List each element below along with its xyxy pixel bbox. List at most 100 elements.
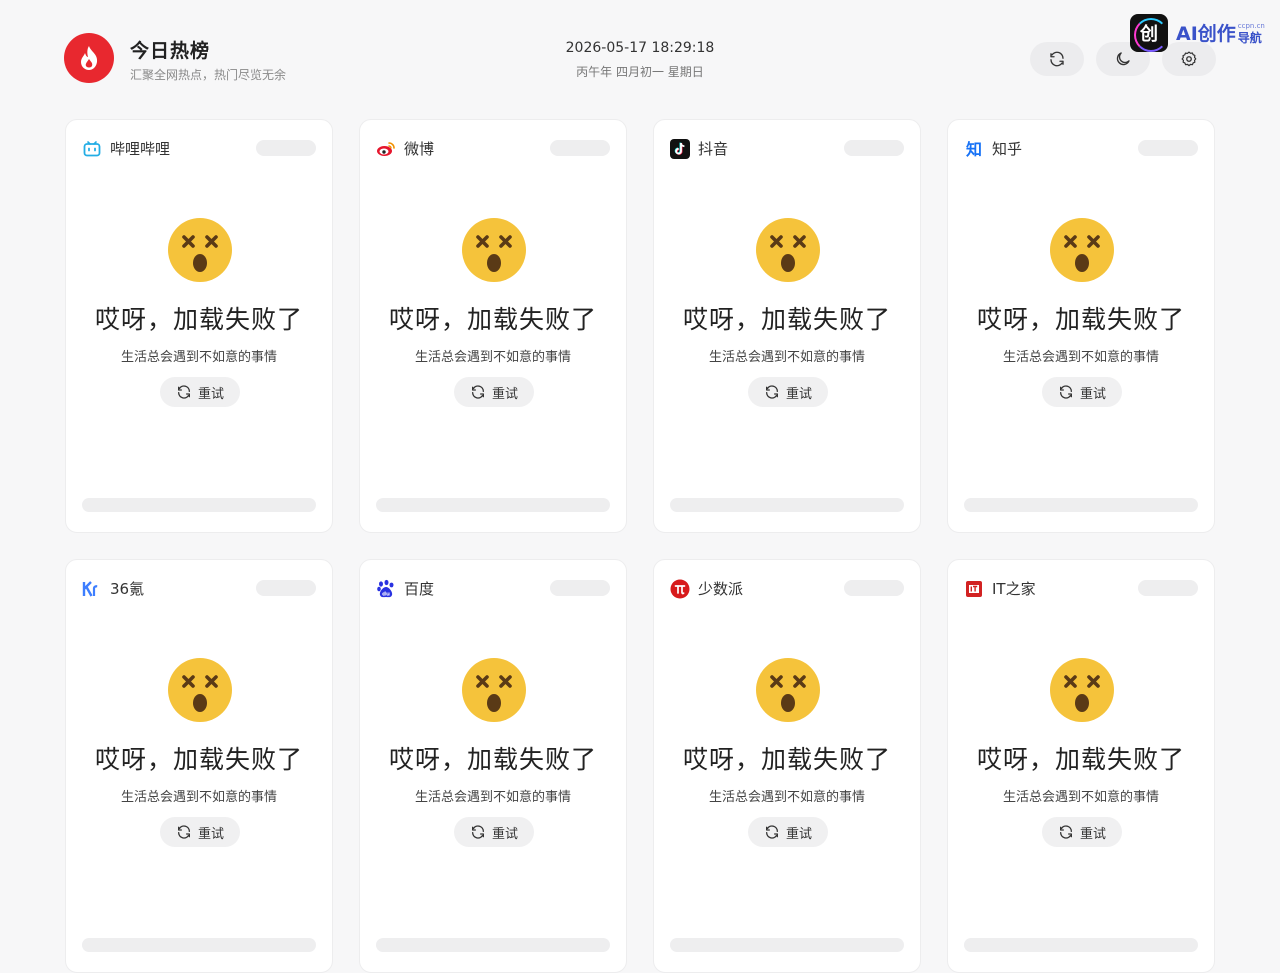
error-title: 哎呀，加载失败了 xyxy=(976,745,1185,774)
source-card-3: 抖音 哎呀，加载失败了 生活总会遇到不如意的事情 重试 xyxy=(653,119,921,533)
card-header[interactable]: 36氪 xyxy=(82,578,144,599)
settings-icon xyxy=(1181,51,1197,67)
loading-skeleton-pill xyxy=(256,140,316,156)
source-card-2: 微博 哎呀，加载失败了 生活总会遇到不如意的事情 重试 xyxy=(359,119,627,533)
error-title: 哎呀，加载失败了 xyxy=(682,305,891,334)
loading-skeleton-bar xyxy=(670,498,904,512)
retry-icon xyxy=(471,825,484,839)
sspai-icon xyxy=(670,579,690,599)
moon-icon xyxy=(1116,52,1130,66)
retry-icon xyxy=(765,385,778,399)
retry-icon xyxy=(1059,385,1072,399)
refresh-all-button[interactable] xyxy=(1030,42,1084,76)
loading-skeleton-pill xyxy=(550,140,610,156)
card-header[interactable]: 哔哩哔哩 xyxy=(82,138,170,159)
retry-label: 重试 xyxy=(197,386,224,402)
retry-label: 重试 xyxy=(197,826,224,842)
retry-button[interactable]: 重试 xyxy=(748,377,828,407)
retry-icon xyxy=(765,825,778,839)
source-name: 哔哩哔哩 xyxy=(110,140,171,158)
dizzy-face-emoji-icon xyxy=(168,658,232,722)
refresh-icon xyxy=(1050,51,1064,67)
card-header[interactable]: 微博 xyxy=(376,138,434,159)
app-header: 今日热榜 汇聚全网热点，热门尽览无余 2026-05-17 18:29:18 丙… xyxy=(0,0,1280,110)
loading-skeleton-pill xyxy=(844,140,904,156)
source-name: 微博 xyxy=(404,140,435,158)
ai-badge-domain: ccpn.cn xyxy=(1237,21,1265,30)
card-header[interactable]: du 百度 xyxy=(376,578,434,599)
error-title: 哎呀，加载失败了 xyxy=(388,305,597,334)
retry-button[interactable]: 重试 xyxy=(1042,817,1122,847)
error-title: 哎呀，加载失败了 xyxy=(388,745,597,774)
datetime-display: 2026-05-17 18:29:18 xyxy=(565,40,715,56)
error-title: 哎呀，加载失败了 xyxy=(976,305,1185,334)
ai-logo-icon: 创 xyxy=(1130,14,1168,52)
loading-skeleton-bar xyxy=(964,498,1198,512)
card-header[interactable]: 知 知乎 xyxy=(964,138,1022,159)
retry-button[interactable]: 重试 xyxy=(748,817,828,847)
retry-icon xyxy=(177,385,190,399)
bilibili-icon xyxy=(82,139,102,159)
zhihu-icon: 知 xyxy=(964,139,984,159)
error-description: 生活总会遇到不如意的事情 xyxy=(1002,790,1159,805)
svg-text:du: du xyxy=(382,591,390,597)
ai-badge-nav: 导航 xyxy=(1237,30,1262,45)
retry-icon xyxy=(1059,825,1072,839)
dizzy-face-emoji-icon xyxy=(462,218,526,282)
source-name: 少数派 xyxy=(698,580,744,598)
loading-skeleton-bar xyxy=(82,498,316,512)
retry-label: 重试 xyxy=(491,386,518,402)
dizzy-face-emoji-icon xyxy=(1050,218,1114,282)
retry-icon xyxy=(177,825,190,839)
loading-skeleton-pill xyxy=(256,580,316,596)
card-header[interactable]: 少数派 xyxy=(670,578,743,599)
error-description: 生活总会遇到不如意的事情 xyxy=(708,790,865,805)
source-name: 抖音 xyxy=(698,140,729,158)
retry-button[interactable]: 重试 xyxy=(160,817,240,847)
svg-text:知: 知 xyxy=(966,140,982,159)
dizzy-face-emoji-icon xyxy=(168,218,232,282)
loading-skeleton-bar xyxy=(82,938,316,952)
error-title: 哎呀，加载失败了 xyxy=(682,745,891,774)
loading-skeleton-pill xyxy=(1138,580,1198,596)
source-name: 百度 xyxy=(404,580,435,598)
source-name: 知乎 xyxy=(992,140,1023,158)
retry-button[interactable]: 重试 xyxy=(1042,377,1122,407)
loading-skeleton-bar xyxy=(376,498,610,512)
error-title: 哎呀，加载失败了 xyxy=(94,745,303,774)
retry-label: 重试 xyxy=(1079,826,1106,842)
retry-button[interactable]: 重试 xyxy=(160,377,240,407)
error-description: 生活总会遇到不如意的事情 xyxy=(120,790,277,805)
retry-label: 重试 xyxy=(491,826,518,842)
dizzy-face-emoji-icon xyxy=(756,658,820,722)
36kr-icon xyxy=(82,579,102,599)
source-card-5: 36氪 哎呀，加载失败了 生活总会遇到不如意的事情 重试 xyxy=(65,559,333,973)
source-name: IT之家 xyxy=(992,580,1036,598)
source-card-8: IT之家 哎呀，加载失败了 生活总会遇到不如意的事情 重试 xyxy=(947,559,1215,973)
retry-button[interactable]: 重试 xyxy=(454,817,534,847)
retry-button[interactable]: 重试 xyxy=(454,377,534,407)
error-description: 生活总会遇到不如意的事情 xyxy=(120,350,277,365)
retry-label: 重试 xyxy=(785,386,812,402)
loading-skeleton-bar xyxy=(964,938,1198,952)
card-header[interactable]: IT之家 xyxy=(964,578,1036,599)
dizzy-face-emoji-icon xyxy=(462,658,526,722)
weibo-icon xyxy=(376,139,396,159)
error-description: 生活总会遇到不如意的事情 xyxy=(414,350,571,365)
douyin-icon xyxy=(670,138,690,159)
ai-badge-text: AI创作 xyxy=(1176,22,1236,45)
lunar-date: 丙午年 四月初一 星期日 xyxy=(576,65,704,79)
card-header[interactable]: 抖音 xyxy=(670,138,728,159)
source-name: 36氪 xyxy=(110,580,145,598)
source-card-7: 少数派 哎呀，加载失败了 生活总会遇到不如意的事情 重试 xyxy=(653,559,921,973)
error-description: 生活总会遇到不如意的事情 xyxy=(708,350,865,365)
source-card-4: 知 知乎 哎呀，加载失败了 生活总会遇到不如意的事情 重试 xyxy=(947,119,1215,533)
ithome-icon xyxy=(964,579,984,599)
retry-label: 重试 xyxy=(785,826,812,842)
error-description: 生活总会遇到不如意的事情 xyxy=(1002,350,1159,365)
error-title: 哎呀，加载失败了 xyxy=(94,305,303,334)
loading-skeleton-pill xyxy=(844,580,904,596)
dizzy-face-emoji-icon xyxy=(756,218,820,282)
ai-nav-badge[interactable]: 创 AI创作 ccpn.cn 导航 xyxy=(1130,14,1265,52)
error-description: 生活总会遇到不如意的事情 xyxy=(414,790,571,805)
